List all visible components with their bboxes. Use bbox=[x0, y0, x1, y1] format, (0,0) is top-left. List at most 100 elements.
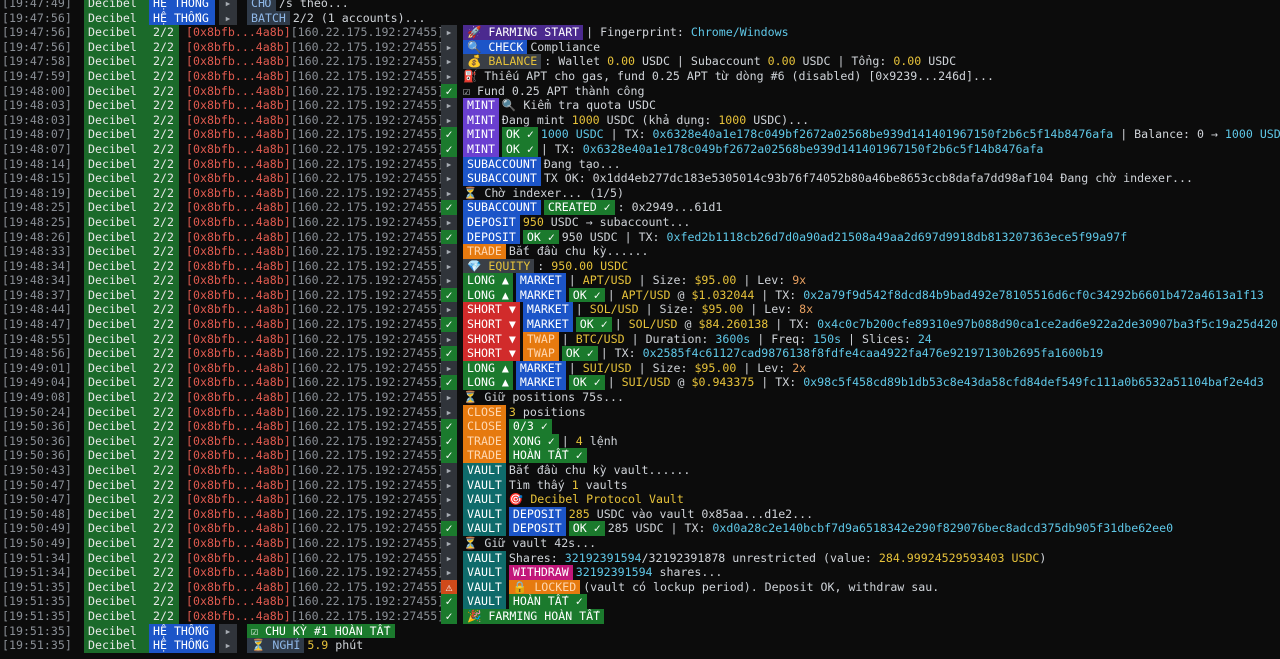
source-label: Decibel bbox=[84, 68, 149, 84]
log-message: ⏳ Giữ positions 75s... bbox=[463, 390, 624, 405]
log-text: 🎯 bbox=[508, 492, 531, 507]
timestamp: [19:49:01] bbox=[2, 360, 72, 375]
log-tag: LONG ▲ bbox=[463, 360, 513, 376]
log-tag: MARKET bbox=[515, 287, 566, 303]
log-text: BTC/USD bbox=[575, 331, 625, 346]
timestamp: [19:48:47] bbox=[2, 317, 72, 332]
account-count: 2/2 bbox=[149, 39, 179, 55]
log-text: 950.00 USDC bbox=[551, 258, 629, 273]
address: [0x8bfb...4a8b] bbox=[186, 608, 291, 623]
timestamp: [19:50:49] bbox=[2, 521, 72, 536]
address: [0x8bfb...4a8b] bbox=[186, 244, 291, 259]
log-tag: VAULT bbox=[463, 477, 506, 493]
address: [0x8bfb...4a8b] bbox=[186, 579, 291, 594]
arrow-icon: ▸ bbox=[441, 156, 457, 172]
terminal-log: [19:47:49] Decibel HỆ THỐNG ▸ CHỜ/s theo...[… bbox=[0, 0, 1280, 655]
account-count: 2/2 bbox=[149, 579, 179, 595]
log-text: | bbox=[561, 331, 576, 346]
log-text: | TX: bbox=[600, 346, 643, 361]
log-tag: 🔍 CHECK bbox=[463, 39, 528, 55]
timestamp: [19:50:48] bbox=[2, 506, 72, 521]
account-count: 2/2 bbox=[149, 535, 179, 551]
log-text: ) bbox=[1039, 550, 1047, 565]
check-icon: ✓ bbox=[441, 608, 457, 624]
log-message: LONG ▲ MARKET OK ✓ | SUI/USD @ $0.943375 | … bbox=[463, 375, 1264, 391]
log-text: | bbox=[568, 273, 583, 288]
check-icon: ✓ bbox=[441, 521, 457, 536]
log-text: 0x2585f4c61127cad9876138f8fdfe4caa4922fa… bbox=[642, 346, 1104, 361]
log-text: 285 bbox=[568, 506, 590, 521]
address: [0x8bfb...4a8b] bbox=[186, 346, 291, 361]
log-text: 0x2a79f9d542f8dcd84b9bad492e78105516d6cf… bbox=[803, 287, 1264, 302]
log-tag: SHORT ▼ bbox=[463, 302, 520, 318]
check-icon: ✓ bbox=[441, 419, 457, 434]
address: [0x8bfb...4a8b] bbox=[186, 112, 291, 127]
timestamp: [19:47:56] bbox=[2, 25, 72, 40]
timestamp: [19:50:47] bbox=[2, 477, 72, 492]
account-address: [0x8bfb...4a8b][160.22.175.192:27455] bbox=[186, 142, 444, 157]
address: [0x8bfb...4a8b] bbox=[186, 433, 291, 448]
proxy-ip: [160.22.175.192:27455] bbox=[290, 244, 445, 259]
status-tag: CHỜ bbox=[247, 0, 276, 11]
log-message: VAULT WITHDRAW 32192391594 shares... bbox=[463, 565, 722, 580]
log-text: | Lev: bbox=[736, 360, 793, 375]
account-count: 2/2 bbox=[149, 463, 179, 478]
proxy-ip: [160.22.175.192:27455] bbox=[290, 448, 445, 463]
log-message: MINT OK ✓ 1000 USDC | TX: 0x6328e40a1e178c… bbox=[463, 127, 1280, 142]
timestamp: [19:47:56] bbox=[2, 10, 72, 25]
account-count: 2/2 bbox=[149, 550, 179, 566]
log-text: USDC (khả dụng: bbox=[599, 112, 719, 127]
log-text: positions bbox=[515, 404, 586, 419]
log-text: | TX: bbox=[768, 317, 818, 332]
timestamp: [19:51:34] bbox=[2, 550, 72, 565]
account-count: 2/2 bbox=[149, 506, 179, 522]
account-count: 2/2 bbox=[149, 287, 179, 303]
proxy-ip: [160.22.175.192:27455] bbox=[290, 25, 445, 40]
timestamp: [19:48:03] bbox=[2, 98, 72, 113]
log-tag: DEPOSIT bbox=[463, 229, 520, 245]
proxy-ip: [160.22.175.192:27455] bbox=[290, 112, 445, 127]
account-count: 2/2 bbox=[149, 141, 179, 157]
log-text: SOL/USD bbox=[628, 317, 678, 332]
system-label: HỆ THỐNG bbox=[149, 623, 215, 639]
source-label: Decibel bbox=[84, 390, 149, 405]
log-message: LONG ▲ MARKET OK ✓ | APT/USD @ $1.032044 | … bbox=[463, 287, 1264, 303]
source-label: Decibel bbox=[84, 535, 149, 551]
log-text: 🔍 Kiểm tra quota USDC bbox=[501, 98, 656, 113]
log-text: shares... bbox=[652, 565, 723, 580]
timestamp: [19:50:43] bbox=[2, 463, 72, 477]
account-count: 2/2 bbox=[149, 565, 179, 580]
log-text: Chrome/Windows bbox=[690, 25, 789, 40]
log-row: [19:48:37] Decibel 2/2 [0x8bfb...4a8b][160.… bbox=[0, 287, 1280, 303]
log-tag: MARKET bbox=[522, 302, 573, 318]
log-text: 0x6328e40a1e178c049bf2672a02568be939d141… bbox=[652, 127, 1114, 142]
address: [0x8bfb...4a8b] bbox=[186, 98, 291, 113]
log-text: 0x6328e40a1e178c049bf2672a02568be939d141… bbox=[582, 141, 1044, 156]
log-row: [19:51:35] Decibel 2/2 [0x8bfb...4a8b][160.… bbox=[0, 594, 1280, 609]
timestamp: [19:51:35] bbox=[2, 594, 72, 609]
log-tag: CLOSE bbox=[463, 419, 506, 434]
warning-icon: ⚠ bbox=[441, 579, 457, 595]
address: [0x8bfb...4a8b] bbox=[186, 565, 291, 580]
timestamp: [19:51:34] bbox=[2, 565, 72, 580]
timestamp: [19:48:34] bbox=[2, 258, 72, 273]
log-row: [19:47:59] Decibel 2/2 [0x8bfb...4a8b][160.… bbox=[0, 68, 1280, 84]
log-message: SUBACCOUNT CREATED ✓: 0x2949...61d1 bbox=[463, 200, 722, 215]
log-text: 950 bbox=[522, 214, 544, 229]
arrow-icon: ▸ bbox=[441, 506, 457, 522]
timestamp: [19:48:03] bbox=[2, 112, 72, 127]
log-text: 285 USDC | TX: bbox=[607, 521, 713, 536]
log-text: Tìm thấy bbox=[508, 477, 572, 492]
log-text: SUI/USD bbox=[621, 375, 671, 390]
address: [0x8bfb...4a8b] bbox=[186, 54, 291, 69]
proxy-ip: [160.22.175.192:27455] bbox=[290, 54, 445, 69]
address: [0x8bfb...4a8b] bbox=[186, 404, 291, 419]
check-icon: ✓ bbox=[441, 229, 457, 245]
timestamp: [19:51:35] bbox=[2, 623, 72, 638]
address: [0x8bfb...4a8b] bbox=[186, 258, 291, 273]
log-row: [19:49:08] Decibel 2/2 [0x8bfb...4a8b][160.… bbox=[0, 390, 1280, 405]
proxy-ip: [160.22.175.192:27455] bbox=[290, 156, 445, 171]
log-message: TRADE HOÀN TẤT ✓ bbox=[463, 448, 590, 463]
log-text: vaults bbox=[578, 477, 628, 492]
account-address: [0x8bfb...4a8b][160.22.175.192:27455] bbox=[186, 25, 444, 40]
